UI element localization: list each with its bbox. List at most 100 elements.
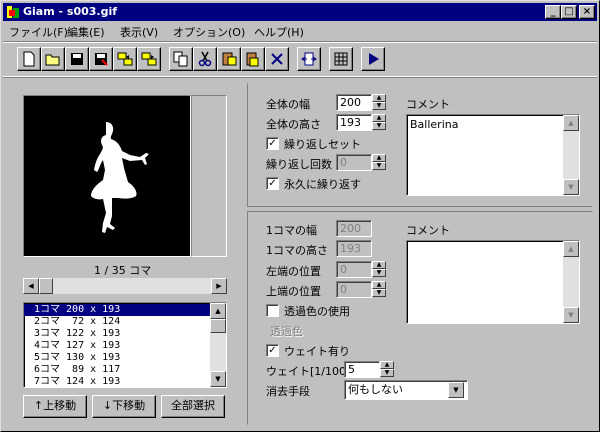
frame-list-item[interactable]: 6コマ 89 x 117: [24, 364, 210, 376]
preview-horizontal-scrollbar[interactable]: ◀ ▶: [23, 278, 227, 294]
global-width-spinner[interactable]: ▲ ▼: [372, 94, 386, 111]
global-settings-pane: 全体の幅 200 ▲ ▼ 全体の高さ 193 ▲ ▼ ✓ 繰り返しセット 繰り返し回…: [247, 83, 593, 207]
dropdown-arrow-icon[interactable]: ▼: [448, 382, 464, 398]
move-up-button[interactable]: ↑上移動: [23, 395, 87, 418]
delete-button[interactable]: [265, 47, 289, 71]
paste-after-button[interactable]: [241, 47, 265, 71]
left-pane: 1 / 35 コマ ◀ ▶ 1コマ 200 x 193 2コマ 72 x 124 3…: [13, 85, 239, 425]
paste-before-button[interactable]: [217, 47, 241, 71]
loop-forever-checkbox[interactable]: ✓: [266, 177, 279, 190]
list-scroll-up-button[interactable]: ▲: [210, 303, 226, 319]
frame-height-field: 193: [336, 240, 372, 257]
frame-comment-scrollbar[interactable]: ▲ ▼: [563, 241, 579, 323]
wait-label: ウェイト有り: [284, 345, 350, 358]
scroll-right-button[interactable]: ▶: [211, 278, 227, 294]
frame-comment-textarea[interactable]: ▲ ▼: [406, 240, 580, 324]
save-as-button[interactable]: [89, 47, 113, 71]
save-as-icon: [95, 53, 108, 66]
close-button[interactable]: ×: [579, 5, 595, 19]
menu-edit[interactable]: 編集(E): [67, 24, 105, 40]
frame-left-spinner[interactable]: ▲ ▼: [372, 261, 386, 278]
dispose-label: 消去手段: [266, 385, 310, 398]
frame-list-scrollbar[interactable]: ▲ ▼: [210, 303, 226, 387]
list-scroll-down-button[interactable]: ▼: [210, 371, 226, 387]
comment-scroll-down-button[interactable]: ▼: [563, 179, 579, 195]
delete-x-icon: [271, 53, 283, 65]
menu-view[interactable]: 表示(V): [120, 24, 158, 40]
app-icon: [7, 6, 19, 18]
new-file-icon: [23, 51, 35, 67]
loop-count-spinner[interactable]: ▲ ▼: [372, 154, 386, 171]
grid-button[interactable]: [329, 47, 353, 71]
app-window: Giam - s003.gif _ □ × ファイル(F) 編集(E) 表示(V…: [0, 0, 600, 432]
transparent-color-label: 透過色の使用: [284, 305, 350, 318]
insert-after-icon: [141, 52, 157, 66]
title-bar[interactable]: Giam - s003.gif _ □ ×: [3, 3, 597, 21]
maximize-button[interactable]: □: [561, 5, 577, 19]
menu-options[interactable]: オプション(O): [173, 24, 245, 40]
frame-comment-label: コメント: [406, 224, 450, 237]
frame-list-item[interactable]: 5コマ 130 x 193: [24, 352, 210, 364]
insert-before-icon: [117, 52, 133, 66]
global-comment-textarea[interactable]: Ballerina ▲ ▼: [406, 114, 580, 196]
frame-list-item[interactable]: 1コマ 200 x 193: [24, 304, 210, 316]
frame-width-field: 200: [336, 220, 372, 237]
global-width-field[interactable]: 200: [336, 94, 372, 111]
frame-list-item[interactable]: 7コマ 124 x 193: [24, 376, 210, 387]
loop-count-label: 繰り返し回数: [266, 158, 332, 171]
scroll-thumb[interactable]: [39, 278, 53, 294]
global-height-label: 全体の高さ: [266, 118, 321, 131]
new-file-button[interactable]: [17, 47, 41, 71]
global-comment-text: Ballerina: [410, 118, 459, 131]
insert-frame-after-button[interactable]: [137, 47, 161, 71]
global-comment-scrollbar[interactable]: ▲ ▼: [563, 115, 579, 195]
save-icon: [71, 53, 83, 65]
grid-icon: [334, 52, 348, 66]
play-icon: [369, 53, 379, 65]
frame-height-label: 1コマの高さ: [266, 244, 328, 257]
frame-left-field[interactable]: 0: [336, 261, 372, 278]
fit-size-button[interactable]: [297, 47, 321, 71]
toolbar: [3, 41, 597, 77]
frame-list-item[interactable]: 2コマ 72 x 124: [24, 316, 210, 328]
copy-button[interactable]: [169, 47, 193, 71]
wait-time-field[interactable]: 5: [344, 361, 380, 378]
copy-icon: [173, 51, 188, 67]
menu-bar: ファイル(F) 編集(E) 表示(V) オプション(O) ヘルプ(H): [3, 22, 597, 40]
frame-list-item[interactable]: 4コマ 127 x 193: [24, 340, 210, 352]
menu-file[interactable]: ファイル(F): [9, 24, 68, 40]
cut-button[interactable]: [193, 47, 217, 71]
frame-list-item[interactable]: 3コマ 122 x 193: [24, 328, 210, 340]
menu-help[interactable]: ヘルプ(H): [254, 24, 304, 40]
frame-top-field[interactable]: 0: [336, 281, 372, 298]
frame-settings-pane: 1コマの幅 200 1コマの高さ 193 左端の位置 0 ▲ ▼ 上端の位置 0 …: [247, 211, 593, 425]
frame-comment-scroll-down-button[interactable]: ▼: [563, 307, 579, 323]
select-all-button[interactable]: 全部選択: [161, 395, 225, 418]
scroll-left-button[interactable]: ◀: [23, 278, 39, 294]
list-scroll-thumb[interactable]: [210, 319, 226, 333]
wait-checkbox[interactable]: ✓: [266, 344, 279, 357]
transparent-color-checkbox[interactable]: [266, 304, 279, 317]
comment-scroll-up-button[interactable]: ▲: [563, 115, 579, 131]
frame-list[interactable]: 1コマ 200 x 193 2コマ 72 x 124 3コマ 122 x 193 4コ…: [23, 302, 227, 388]
play-button[interactable]: [361, 47, 385, 71]
frame-top-spinner[interactable]: ▲ ▼: [372, 281, 386, 298]
insert-frame-before-button[interactable]: [113, 47, 137, 71]
loop-set-label: 繰り返しセット: [284, 138, 361, 151]
image-preview: [23, 95, 191, 257]
wait-time-spinner[interactable]: ▲ ▼: [380, 361, 394, 378]
save-button[interactable]: [65, 47, 89, 71]
loop-set-checkbox[interactable]: ✓: [266, 137, 279, 150]
move-down-button[interactable]: ↓下移動: [92, 395, 156, 418]
frame-top-label: 上端の位置: [266, 285, 321, 298]
global-width-label: 全体の幅: [266, 98, 310, 111]
minimize-button[interactable]: _: [545, 5, 561, 19]
wait-time-label: ウェイト[1/100s]: [266, 365, 357, 378]
frame-comment-scroll-up-button[interactable]: ▲: [563, 241, 579, 257]
open-file-button[interactable]: [41, 47, 65, 71]
loop-count-field[interactable]: 0: [336, 154, 372, 171]
global-comment-label: コメント: [406, 98, 450, 111]
global-height-spinner[interactable]: ▲ ▼: [372, 114, 386, 131]
dispose-select[interactable]: 何もしない ▼: [344, 380, 468, 400]
global-height-field[interactable]: 193: [336, 114, 372, 131]
